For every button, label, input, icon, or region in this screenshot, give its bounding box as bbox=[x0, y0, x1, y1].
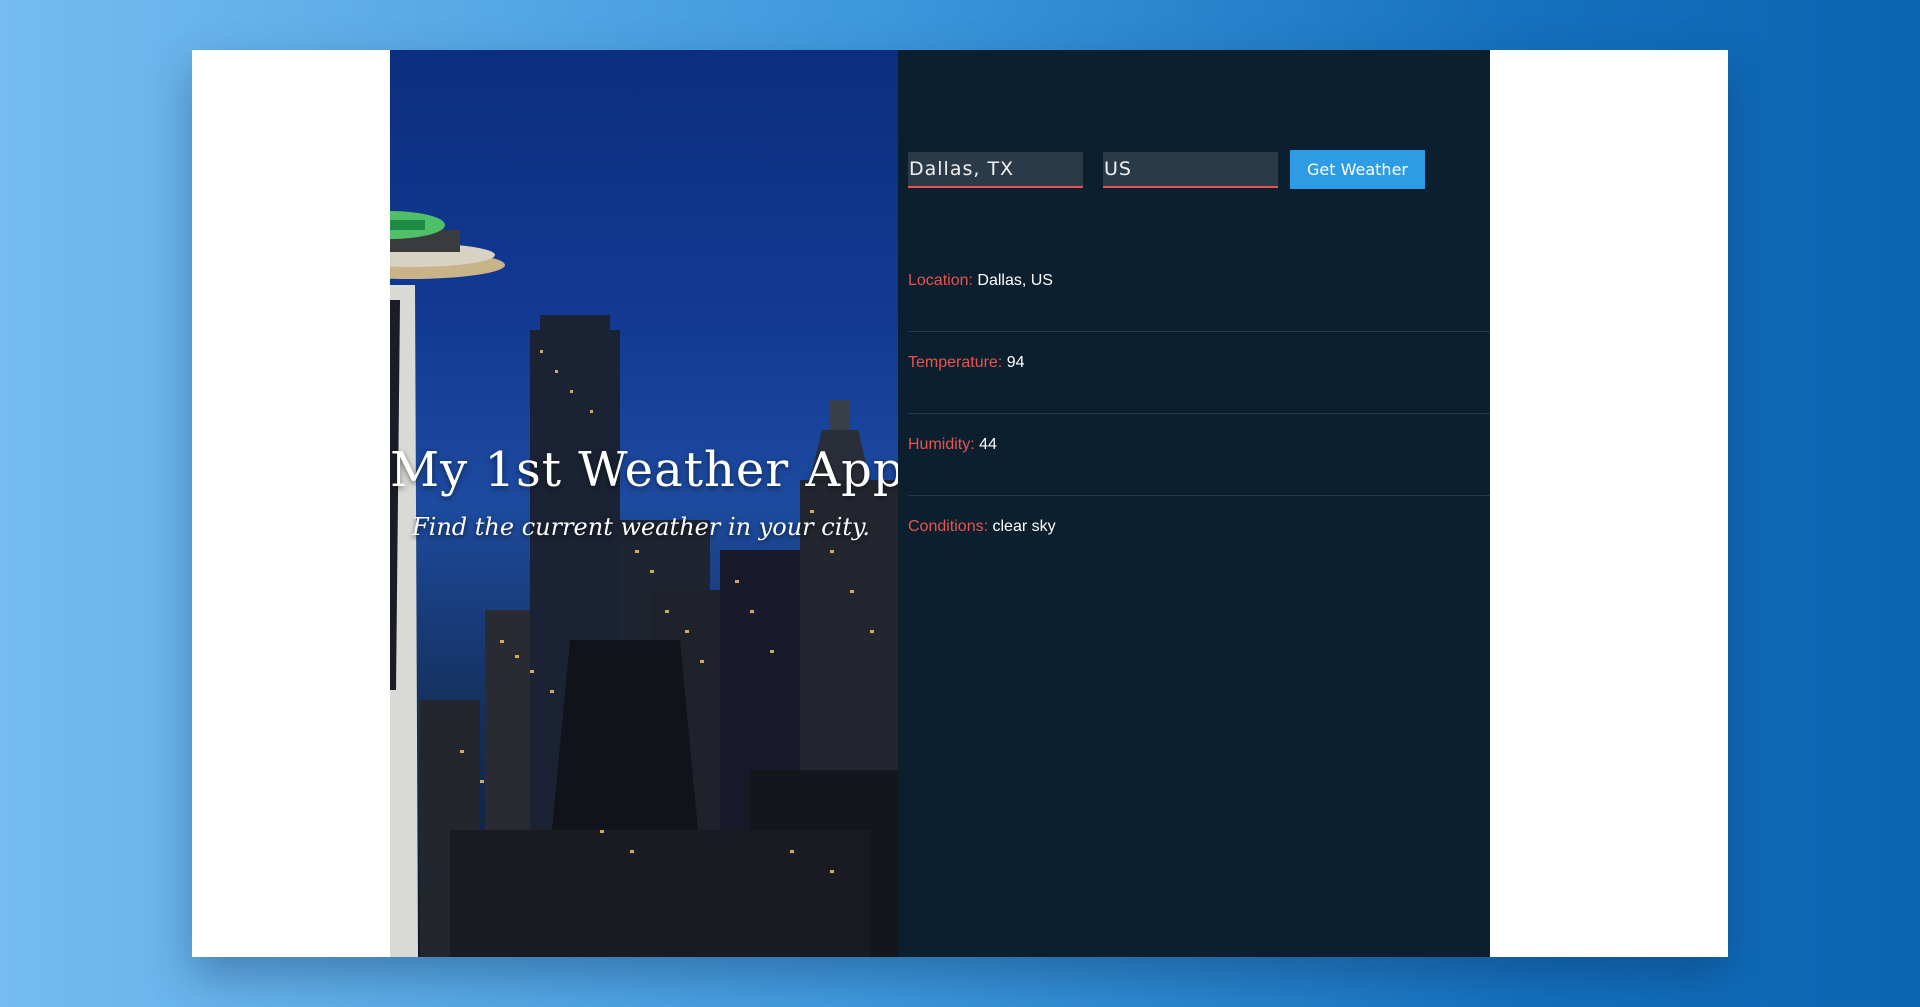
result-row-humidity: Humidity: 44 bbox=[908, 414, 1490, 496]
hero-section: My 1st Weather App Find the current weat… bbox=[390, 50, 898, 957]
temperature-value: 94 bbox=[1006, 354, 1025, 371]
app-subtitle: Find the current weather in your city. bbox=[412, 513, 871, 541]
humidity-value: 44 bbox=[979, 436, 997, 453]
result-row-temperature: Temperature: 94 bbox=[908, 332, 1490, 414]
result-row-location: Location: Dallas, US bbox=[908, 250, 1490, 332]
city-input[interactable] bbox=[908, 152, 1083, 188]
conditions-value: clear sky bbox=[992, 518, 1056, 535]
location-value: Dallas, US bbox=[977, 272, 1053, 289]
weather-panel: Get Weather Location: Dallas, US Tempera… bbox=[898, 50, 1490, 957]
city-skyline-image bbox=[390, 211, 898, 957]
get-weather-button[interactable]: Get Weather bbox=[1290, 150, 1425, 189]
app-frame: My 1st Weather App Find the current weat… bbox=[192, 50, 1728, 957]
app-title: My 1st Weather App bbox=[390, 442, 898, 498]
humidity-label: Humidity: bbox=[908, 436, 975, 453]
conditions-label: Conditions: bbox=[908, 518, 989, 535]
temperature-label: Temperature: bbox=[908, 354, 1003, 371]
country-input[interactable] bbox=[1103, 152, 1278, 188]
result-row-conditions: Conditions: clear sky bbox=[908, 496, 1490, 578]
location-label: Location: bbox=[908, 272, 973, 289]
